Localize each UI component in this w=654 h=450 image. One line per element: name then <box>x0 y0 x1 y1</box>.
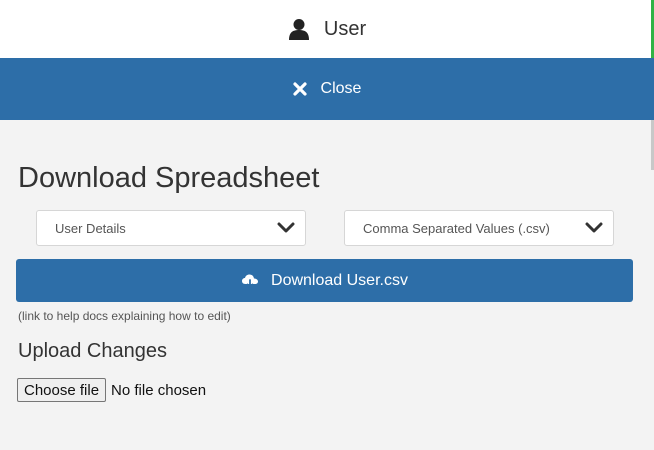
choose-file-button[interactable]: Choose file <box>17 378 107 402</box>
cloud-download-icon <box>241 273 259 289</box>
help-docs-link[interactable]: (link to help docs explaining how to edi… <box>18 309 231 323</box>
user-icon <box>288 18 310 40</box>
download-section-title: Download Spreadsheet <box>18 162 320 194</box>
chevron-down-icon <box>277 222 295 234</box>
download-button-label: Download User.csv <box>271 271 408 289</box>
file-status-text: No file chosen <box>111 381 207 399</box>
close-button[interactable]: Close <box>0 58 654 120</box>
format-select[interactable]: Comma Separated Values (.csv) <box>344 210 614 246</box>
close-label: Close <box>320 80 362 97</box>
file-input[interactable]: Choose file No file chosen <box>17 378 206 402</box>
download-button[interactable]: Download User.csv <box>16 259 633 302</box>
close-icon <box>292 82 307 96</box>
chevron-down-icon <box>585 222 603 234</box>
header-user: User <box>288 18 366 41</box>
panel-header: User <box>0 0 654 58</box>
header-title: User <box>323 17 367 40</box>
download-button-content: Download User.csv <box>241 272 408 290</box>
format-select-value: Comma Separated Values (.csv) <box>363 220 550 236</box>
upload-section-title: Upload Changes <box>18 340 167 362</box>
data-type-select-value: User Details <box>55 220 126 236</box>
data-type-select[interactable]: User Details <box>36 210 306 246</box>
close-button-content: Close <box>292 80 362 98</box>
